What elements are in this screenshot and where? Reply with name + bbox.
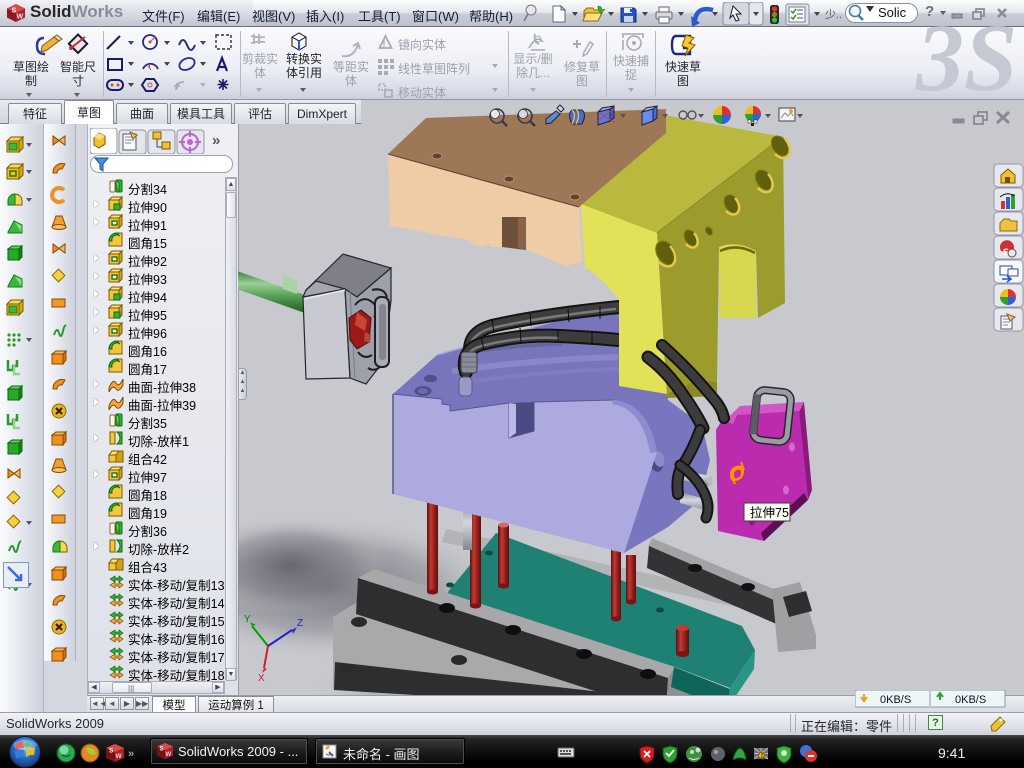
- svg-text:W: W: [116, 753, 123, 760]
- svg-text:0KB/S: 0KB/S: [880, 694, 911, 706]
- svg-text:Y: Y: [244, 614, 251, 625]
- svg-text:W: W: [17, 14, 24, 21]
- svg-text:0KB/S: 0KB/S: [955, 694, 986, 706]
- svg-text:拉伸75: 拉伸75: [750, 505, 789, 520]
- svg-text:!: !: [383, 39, 386, 49]
- svg-text:S: S: [160, 747, 164, 753]
- svg-text:Z: Z: [297, 618, 303, 629]
- svg-text:S: S: [109, 748, 114, 755]
- svg-text:!: !: [761, 754, 763, 760]
- svg-text:X: X: [258, 673, 265, 684]
- svg-text:»: »: [128, 748, 134, 760]
- svg-text:少..: 少..: [825, 8, 842, 21]
- svg-text:W: W: [166, 752, 172, 758]
